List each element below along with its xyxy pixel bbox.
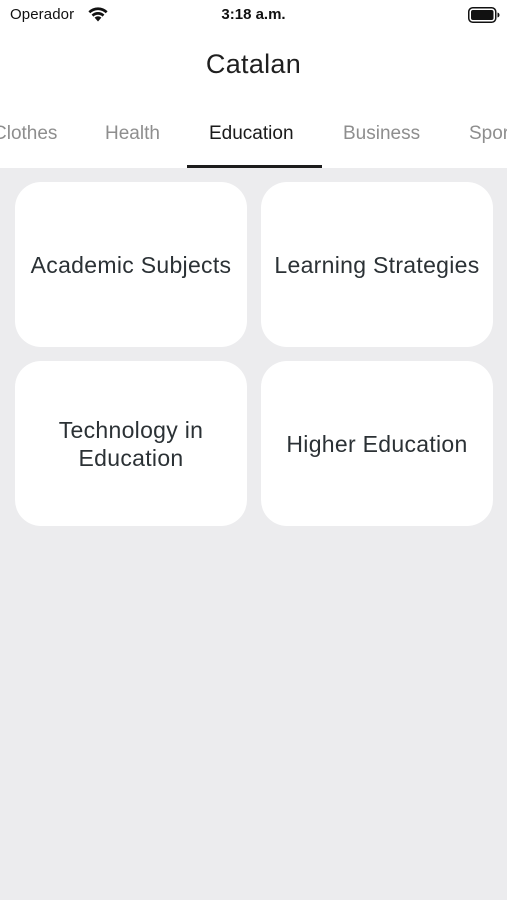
category-tab-bar[interactable]: Clothes Health Education Business Sports (0, 103, 507, 168)
tab-clothes[interactable]: Clothes (0, 123, 57, 145)
category-card-learning-strategies[interactable]: Learning Strategies (261, 182, 493, 347)
status-bar: Operador 3:18 a.m. (0, 0, 507, 32)
category-card-label: Higher Education (286, 430, 468, 457)
tab-education[interactable]: Education (209, 123, 294, 145)
category-card-label: Academic Subjects (30, 251, 232, 278)
battery-icon (468, 7, 500, 23)
status-time: 3:18 a.m. (221, 6, 286, 23)
tab-business[interactable]: Business (343, 123, 420, 145)
tab-health[interactable]: Health (105, 123, 160, 145)
category-card-academic-subjects[interactable]: Academic Subjects (15, 182, 247, 347)
category-card-higher-education[interactable]: Higher Education (261, 361, 493, 526)
category-card-label: Learning Strategies (274, 251, 480, 278)
page-title: Catalan (205, 49, 302, 79)
category-card-technology-in-education[interactable]: Technology in Education (15, 361, 247, 526)
category-card-label: Technology in Education (58, 416, 204, 471)
tab-sports[interactable]: Sports (469, 123, 507, 145)
category-grid: Academic Subjects Learning Strategies Te… (0, 168, 507, 900)
app-screen: Operador 3:18 a.m. Catalan Clothes Healt… (0, 0, 507, 900)
